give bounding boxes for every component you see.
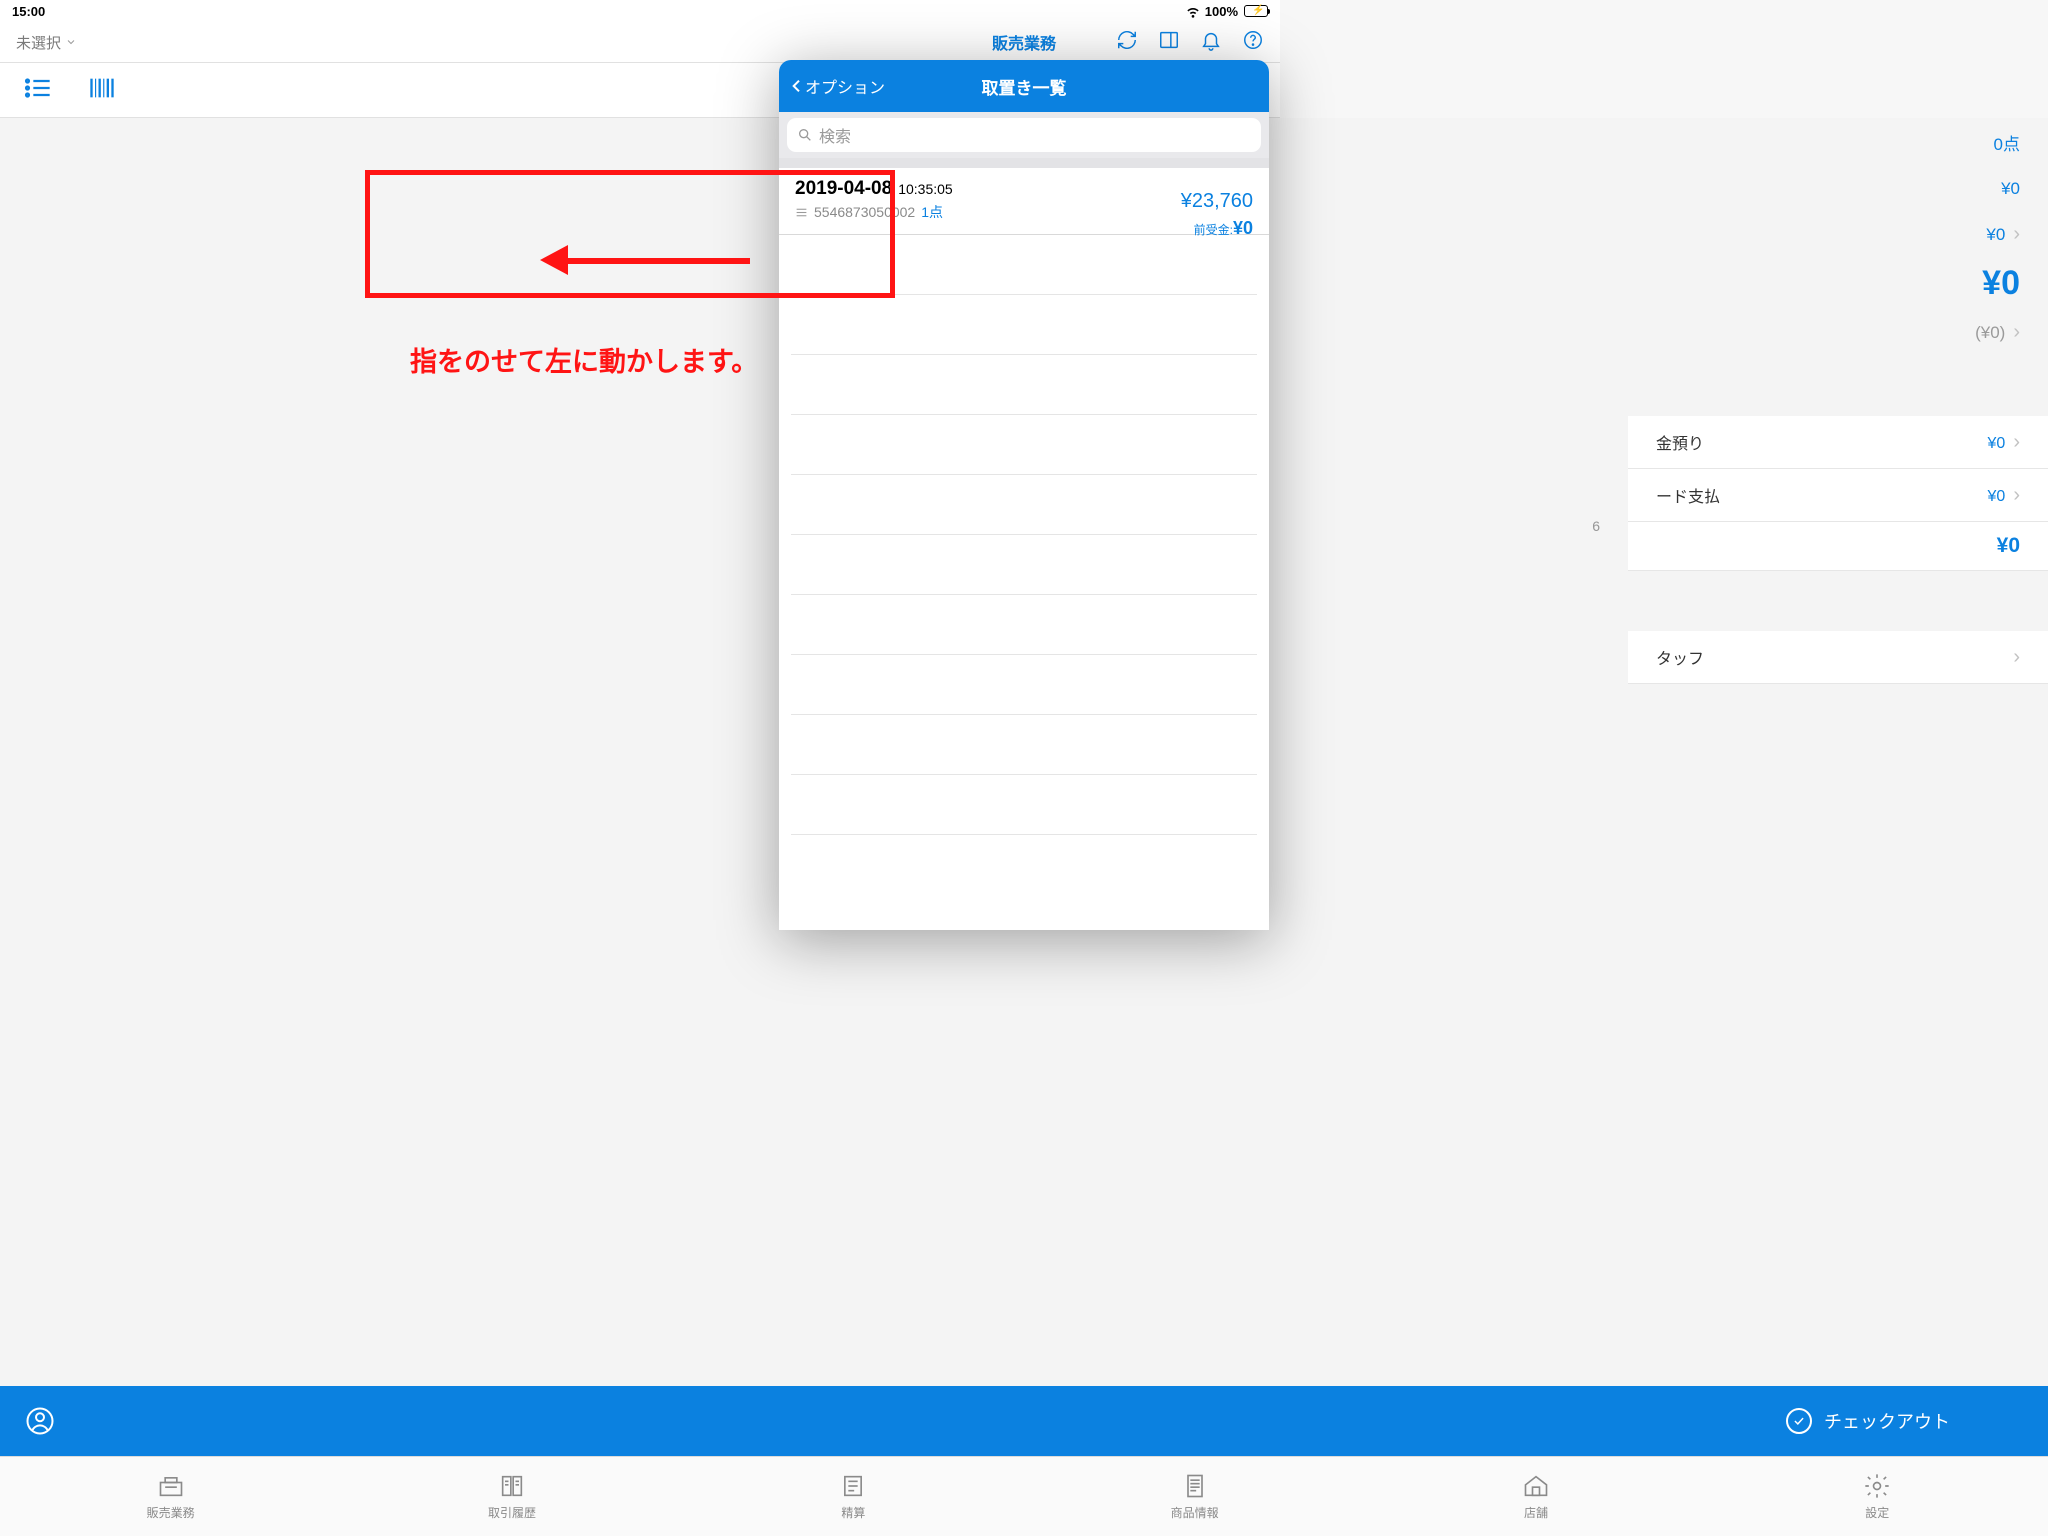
card-row[interactable]: ード支払¥0› (1628, 469, 2048, 522)
bell-icon[interactable] (1200, 29, 1222, 56)
trailing-text: 6 (1592, 518, 1600, 534)
payment-total: ¥0 (1628, 522, 2048, 571)
battery-icon: ⚡ (1244, 5, 1268, 17)
tax-paren[interactable]: (¥0)› (1628, 309, 2048, 356)
app-header: 未選択 販売業務 (0, 22, 1280, 62)
staff-row[interactable]: タッフ› (1628, 631, 2048, 684)
receipt-icon (795, 206, 808, 219)
annotation-arrow (540, 245, 750, 275)
chevron-right-icon: › (2013, 646, 2020, 669)
selection-dropdown[interactable]: 未選択 (16, 32, 77, 53)
clock: 15:00 (12, 4, 45, 19)
battery-percent: 100% (1205, 4, 1238, 19)
subtotal-row-2[interactable]: ¥0› (1628, 211, 2048, 258)
layaway-item[interactable]: 2019-04-0810:35:05 5546873050002 1点 ¥23,… (779, 168, 1269, 235)
list-icon[interactable] (24, 74, 52, 107)
subtotal-row-1: ¥0 (1628, 167, 2048, 211)
chevron-right-icon: › (2013, 223, 2020, 246)
barcode-icon[interactable] (88, 74, 116, 107)
user-button[interactable] (0, 1386, 80, 1456)
tab-bar: 販売業務 取引履歴 精算 商品情報 店舗 設定 (0, 1456, 2048, 1536)
search-input[interactable]: 検索 (787, 118, 1261, 152)
grand-total: ¥0 (1628, 258, 2048, 309)
panel-icon[interactable] (1158, 29, 1180, 56)
tab-store[interactable]: 店舗 (1365, 1457, 1706, 1536)
action-bar: チェックアウト (0, 1386, 2048, 1456)
wifi-icon (1185, 3, 1201, 19)
tab-products[interactable]: 商品情報 (1024, 1457, 1365, 1536)
item-prepay: 前受金:¥0 (1194, 218, 1253, 239)
refresh-icon[interactable] (1116, 29, 1138, 56)
tab-history[interactable]: 取引履歴 (341, 1457, 682, 1536)
tab-settlement[interactable]: 精算 (683, 1457, 1024, 1536)
chevron-right-icon: › (2013, 484, 2020, 506)
annotation-text: 指をのせて左に動かします。 (410, 340, 758, 379)
items-count: 0点 (1628, 118, 2048, 167)
layaway-modal: オプション 取置き一覧 検索 2019-04-0810:35:05 554687… (779, 60, 1269, 930)
checkout-button[interactable]: チェックアウト (1688, 1386, 2048, 1456)
search-icon (797, 127, 813, 143)
help-icon[interactable] (1242, 29, 1264, 56)
item-price: ¥23,760 (1181, 190, 1253, 213)
modal-title: 取置き一覧 (982, 74, 1067, 99)
chevron-right-icon: › (2013, 321, 2020, 344)
tab-sales[interactable]: 販売業務 (0, 1457, 341, 1536)
back-button[interactable]: オプション (789, 74, 885, 98)
check-icon (1786, 1408, 1812, 1434)
page-title: 販売業務 (992, 30, 1056, 54)
chevron-right-icon: › (2013, 431, 2020, 453)
cash-row[interactable]: 金預り¥0› (1628, 416, 2048, 469)
tab-settings[interactable]: 設定 (1707, 1457, 2048, 1536)
status-bar: 15:00 100% ⚡ (0, 0, 1280, 22)
